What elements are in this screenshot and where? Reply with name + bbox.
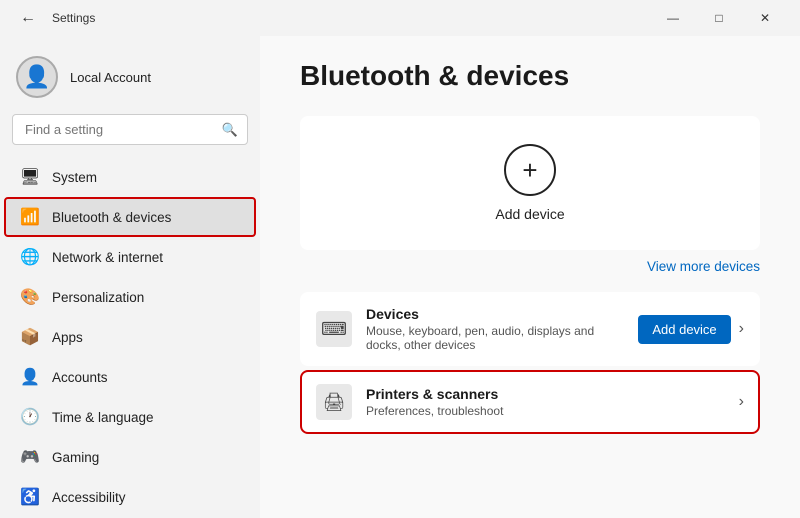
user-icon: 👤	[23, 64, 50, 90]
time-icon: 🕐	[20, 407, 40, 427]
devices-icon: ⌨	[316, 311, 352, 347]
accessibility-icon: ♿	[20, 487, 40, 507]
devices-text: Devices Mouse, keyboard, pen, audio, dis…	[366, 306, 624, 352]
devices-subtitle: Mouse, keyboard, pen, audio, displays an…	[366, 324, 624, 352]
avatar: 👤	[16, 56, 58, 98]
page-title: Bluetooth & devices	[300, 60, 760, 92]
printers-subtitle: Preferences, troubleshoot	[366, 404, 725, 418]
add-device-circle-icon: +	[504, 144, 556, 196]
sidebar-item-apps[interactable]: 📦 Apps	[4, 317, 256, 357]
settings-item-devices[interactable]: ⌨ Devices Mouse, keyboard, pen, audio, d…	[300, 292, 760, 366]
content-area: Bluetooth & devices + Add device View mo…	[260, 36, 800, 518]
system-icon: 🖥	[20, 167, 40, 187]
devices-action: Add device ›	[638, 315, 744, 344]
personalization-icon: 🎨	[20, 287, 40, 307]
maximize-button[interactable]: □	[696, 0, 742, 36]
nav-list: 🖥 System 📶 Bluetooth & devices 🌐 Network…	[0, 157, 260, 518]
search-input[interactable]	[12, 114, 248, 145]
titlebar-left: ← Settings	[12, 5, 95, 31]
user-section: 👤 Local Account	[0, 44, 260, 114]
chevron-right-icon-devices: ›	[739, 320, 744, 338]
titlebar: ← Settings — □ ✕	[0, 0, 800, 36]
accounts-icon: 👤	[20, 367, 40, 387]
apps-icon: 📦	[20, 327, 40, 347]
bluetooth-icon: 📶	[20, 207, 40, 227]
gaming-icon: 🎮	[20, 447, 40, 467]
sidebar-item-gaming[interactable]: 🎮 Gaming	[4, 437, 256, 477]
close-button[interactable]: ✕	[742, 0, 788, 36]
add-device-card[interactable]: + Add device	[300, 116, 760, 250]
sidebar-item-label-accounts: Accounts	[52, 370, 108, 385]
sidebar-item-label-gaming: Gaming	[52, 450, 99, 465]
sidebar-item-time[interactable]: 🕐 Time & language	[4, 397, 256, 437]
minimize-button[interactable]: —	[650, 0, 696, 36]
sidebar-item-label-network: Network & internet	[52, 250, 163, 265]
add-device-label: Add device	[495, 206, 564, 222]
printers-icon: 🖨	[316, 384, 352, 420]
sidebar-item-personalization[interactable]: 🎨 Personalization	[4, 277, 256, 317]
titlebar-controls: — □ ✕	[650, 0, 788, 36]
view-more-section: View more devices	[300, 258, 760, 276]
network-icon: 🌐	[20, 247, 40, 267]
sidebar-item-label-accessibility: Accessibility	[52, 490, 126, 505]
sidebar-item-system[interactable]: 🖥 System	[4, 157, 256, 197]
titlebar-title: Settings	[52, 11, 95, 25]
sidebar-item-label-system: System	[52, 170, 97, 185]
chevron-right-icon-printers: ›	[739, 393, 744, 411]
view-more-link[interactable]: View more devices	[647, 259, 760, 274]
user-name: Local Account	[70, 70, 151, 85]
search-box: 🔍	[12, 114, 248, 145]
app-container: 👤 Local Account 🔍 🖥 System 📶 Bluetooth &…	[0, 36, 800, 518]
add-device-btn-devices[interactable]: Add device	[638, 315, 730, 344]
devices-title: Devices	[366, 306, 624, 322]
printers-action: ›	[739, 393, 744, 411]
search-icon: 🔍	[222, 122, 238, 138]
sidebar-item-label-personalization: Personalization	[52, 290, 144, 305]
settings-list: ⌨ Devices Mouse, keyboard, pen, audio, d…	[300, 292, 760, 434]
sidebar-item-label-apps: Apps	[52, 330, 83, 345]
sidebar-item-accessibility[interactable]: ♿ Accessibility	[4, 477, 256, 517]
back-button[interactable]: ←	[12, 5, 44, 31]
sidebar-item-network[interactable]: 🌐 Network & internet	[4, 237, 256, 277]
sidebar: 👤 Local Account 🔍 🖥 System 📶 Bluetooth &…	[0, 36, 260, 518]
sidebar-item-bluetooth[interactable]: 📶 Bluetooth & devices	[4, 197, 256, 237]
settings-item-printers[interactable]: 🖨 Printers & scanners Preferences, troub…	[300, 370, 760, 434]
sidebar-item-label-time: Time & language	[52, 410, 154, 425]
sidebar-item-label-bluetooth: Bluetooth & devices	[52, 210, 171, 225]
printers-text: Printers & scanners Preferences, trouble…	[366, 386, 725, 418]
printers-title: Printers & scanners	[366, 386, 725, 402]
sidebar-item-accounts[interactable]: 👤 Accounts	[4, 357, 256, 397]
